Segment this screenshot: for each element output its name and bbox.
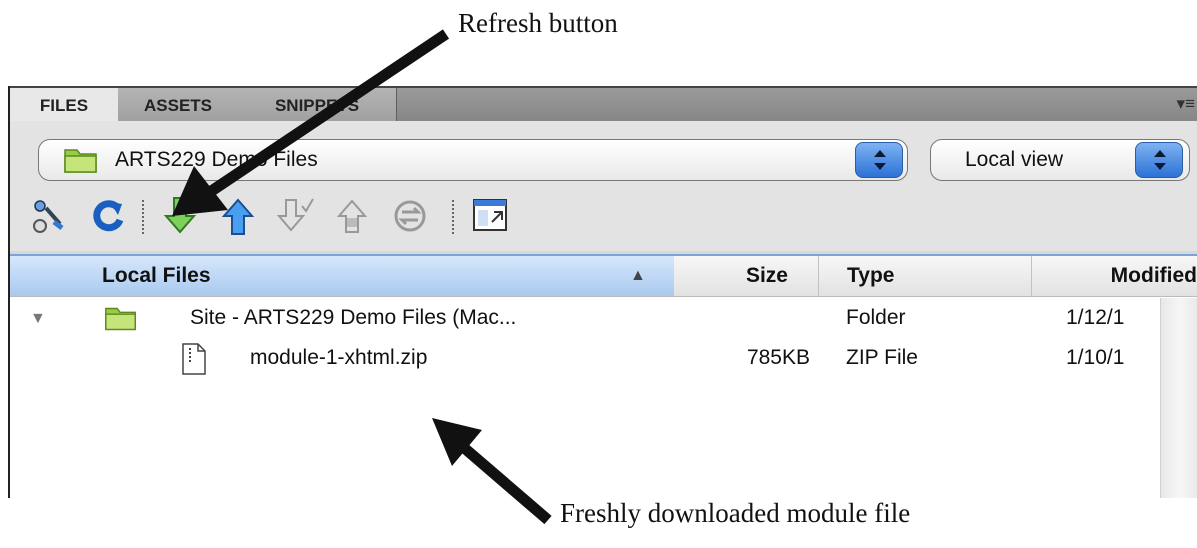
annotation-arrows xyxy=(172,29,552,525)
module-callout-arrow xyxy=(432,418,552,525)
refresh-callout-arrow xyxy=(172,29,450,216)
